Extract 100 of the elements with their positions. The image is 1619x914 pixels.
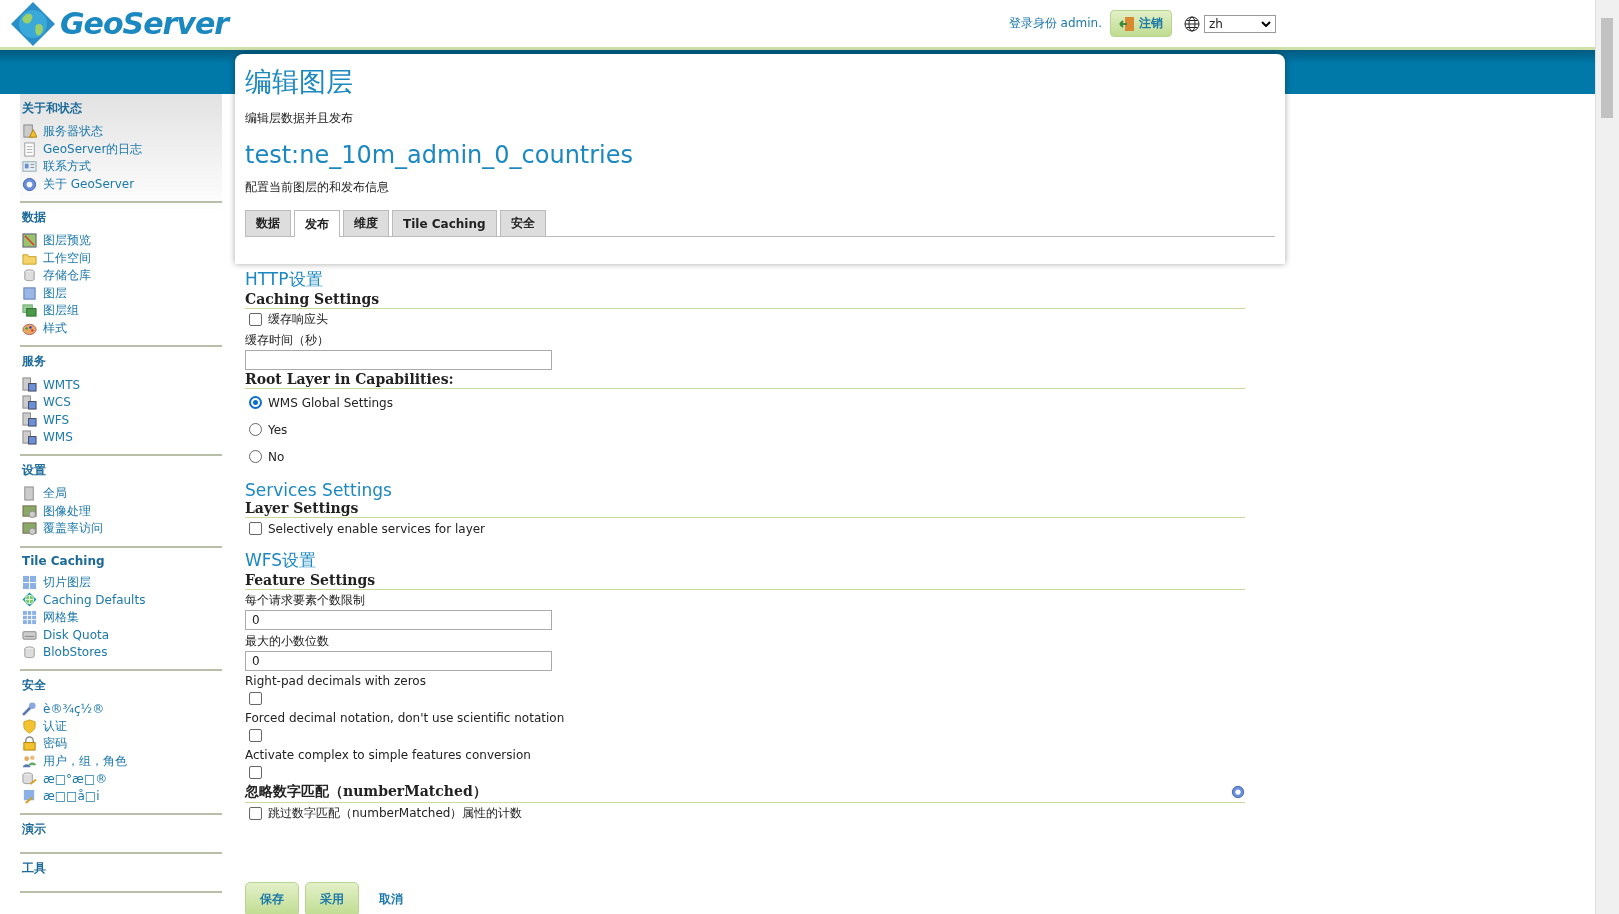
radio-label: No xyxy=(268,449,285,464)
server-warning-icon xyxy=(22,124,37,140)
sidebar-item[interactable]: 全局 xyxy=(22,485,222,503)
radio-button[interactable] xyxy=(249,423,262,436)
key-icon xyxy=(22,788,37,804)
contact-card-icon xyxy=(22,159,37,175)
document-icon xyxy=(22,141,37,157)
section-heading: Services Settings xyxy=(245,480,392,500)
grid-icon xyxy=(22,574,37,590)
field-label: 每个请求要素个数限制 xyxy=(245,592,365,609)
scrollbar[interactable] xyxy=(1595,0,1619,914)
checkbox[interactable] xyxy=(249,729,262,742)
tab[interactable]: Tile Caching xyxy=(392,210,497,236)
input-field[interactable]: 0 xyxy=(245,610,552,630)
sidebar-item[interactable]: 密码 xyxy=(22,735,222,753)
sidebar-item[interactable]: BlobStores xyxy=(22,643,222,661)
checkbox-label: 跳过数字匹配（numberMatched）属性的计数 xyxy=(268,805,523,822)
login-status[interactable]: 登录身份 admin. xyxy=(1008,15,1102,32)
logout-button[interactable]: 注销 xyxy=(1110,10,1172,37)
sidebar-item[interactable]: 图层预览 xyxy=(22,232,222,250)
sidebar-item[interactable]: 工作空间 xyxy=(22,249,222,267)
sidebar-item[interactable]: 关于 GeoServer xyxy=(22,175,222,193)
server-icon xyxy=(22,394,37,410)
subsection-heading: Layer Settings xyxy=(245,500,1245,518)
sidebar-item[interactable]: WMS xyxy=(22,428,222,446)
database-icon xyxy=(22,268,37,284)
server-icon xyxy=(22,486,37,502)
database-icon xyxy=(22,644,37,660)
subsection-heading: Root Layer in Capabilities: xyxy=(245,371,1245,389)
tab[interactable]: 发布 xyxy=(294,210,340,237)
layer-icon xyxy=(22,285,37,301)
globe-icon xyxy=(1184,15,1200,32)
checkbox[interactable] xyxy=(249,313,262,326)
sidebar-item[interactable]: WFS xyxy=(22,411,222,429)
field-label: Right-pad decimals with zeros xyxy=(245,674,426,688)
section-heading: HTTP设置 xyxy=(245,268,323,291)
sidebar-item[interactable]: Disk Quota xyxy=(22,626,222,644)
image-gear-icon xyxy=(22,503,37,519)
tab[interactable]: 维度 xyxy=(343,210,389,236)
page-title: 编辑图层 xyxy=(245,65,353,99)
sidebar-item[interactable]: 联系方式 xyxy=(22,158,222,176)
sidebar-item[interactable]: 覆盖率访问 xyxy=(22,520,222,538)
radio-button[interactable] xyxy=(249,396,262,409)
input-field[interactable] xyxy=(245,350,552,370)
field-label: 缓存时间（秒） xyxy=(245,332,329,349)
globe-icon xyxy=(22,592,37,608)
image-gear-icon xyxy=(22,521,37,537)
sidebar-item[interactable]: 切片图层 xyxy=(22,573,222,591)
sidebar-item[interactable]: Caching Defaults xyxy=(22,591,222,609)
sidebar-heading: 安全 xyxy=(22,677,46,694)
sidebar-heading: Tile Caching xyxy=(22,553,105,568)
cancel-link[interactable]: 取消 xyxy=(365,883,417,914)
checkbox[interactable] xyxy=(249,766,262,779)
field-label: Forced decimal notation, don't use scientific notation xyxy=(245,711,565,725)
subsection-heading: Caching Settings xyxy=(245,291,1245,309)
map-preview-icon xyxy=(22,233,37,249)
door-exit-icon xyxy=(1119,16,1135,31)
sidebar-item[interactable]: 用户，组，角色 xyxy=(22,752,222,770)
server-icon xyxy=(22,429,37,445)
sidebar-item[interactable]: æ□□å□i xyxy=(22,787,222,805)
radio-label: WMS Global Settings xyxy=(268,395,393,410)
sidebar-heading: 数据 xyxy=(22,209,46,226)
logo-text[interactable]: GeoServer xyxy=(60,6,229,41)
tab[interactable]: 数据 xyxy=(245,210,291,236)
sidebar-item[interactable]: æ□°æ□® xyxy=(22,770,222,788)
globe-logo-icon xyxy=(10,0,56,47)
checkbox[interactable] xyxy=(249,807,262,820)
form-button[interactable]: 保存 xyxy=(245,882,299,914)
page-subtitle: 编辑层数据并且发布 xyxy=(245,110,354,127)
sidebar-item[interactable]: 认证 xyxy=(22,717,222,735)
language-select[interactable]: zh xyxy=(1204,14,1276,33)
checkbox-label: 缓存响应头 xyxy=(268,311,328,328)
checkbox[interactable] xyxy=(249,522,262,535)
subsection-heading: Feature Settings xyxy=(245,572,1245,590)
sidebar-item[interactable]: è®¾ç½® xyxy=(22,700,222,718)
sidebar-item[interactable]: 图像处理 xyxy=(22,502,222,520)
field-label: Activate complex to simple features conversion xyxy=(245,748,531,762)
sidebar-heading: 关于和状态 xyxy=(22,100,82,117)
sidebar-heading: 服务 xyxy=(22,353,46,370)
checkbox-label: Selectively enable services for layer xyxy=(268,521,486,536)
sidebar-item[interactable]: WMTS xyxy=(22,376,222,394)
field-label: 最大的小数位数 xyxy=(245,633,329,650)
sidebar-item[interactable]: 网格集 xyxy=(22,608,222,626)
form-button[interactable]: 采用 xyxy=(305,882,359,914)
sidebar-item[interactable]: GeoServer的日志 xyxy=(22,140,222,158)
tab[interactable]: 安全 xyxy=(499,210,546,236)
subsection-heading: 忽略数字匹配（numberMatched） xyxy=(245,783,1245,803)
radio-button[interactable] xyxy=(249,450,262,463)
sidebar-item[interactable]: 存储仓库 xyxy=(22,267,222,285)
checkbox[interactable] xyxy=(249,692,262,705)
sidebar-item[interactable]: WCS xyxy=(22,393,222,411)
server-icon xyxy=(22,377,37,393)
sidebar-item[interactable]: 服务器状态 xyxy=(22,123,222,141)
section-heading: WFS设置 xyxy=(245,549,317,572)
grid-icon xyxy=(22,609,37,625)
sidebar-heading: 演示 xyxy=(22,821,46,838)
input-field[interactable]: 0 xyxy=(245,651,552,671)
sidebar-item[interactable]: 图层组 xyxy=(22,302,222,320)
sidebar-item[interactable]: 样式 xyxy=(22,319,222,337)
sidebar-item[interactable]: 图层 xyxy=(22,284,222,302)
